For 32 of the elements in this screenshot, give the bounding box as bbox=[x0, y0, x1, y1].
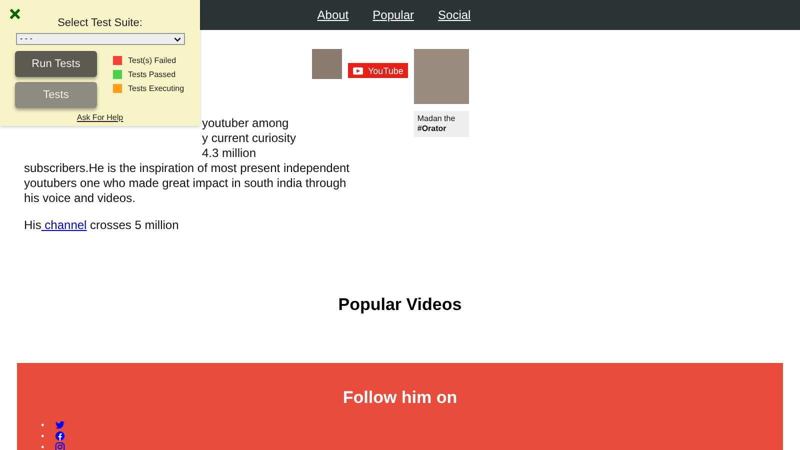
suite-select[interactable]: - - - bbox=[16, 33, 185, 45]
channel-text: crosses 5 million bbox=[89, 218, 179, 232]
paragraph-line: youtubers one who made great impact in south india through bbox=[24, 176, 346, 190]
test-button[interactable]: Run Tests bbox=[15, 51, 97, 77]
list-bullet: • bbox=[41, 420, 46, 431]
channel-text: His bbox=[24, 218, 42, 232]
play-icon bbox=[353, 66, 363, 74]
channel-link[interactable]: channel bbox=[41, 218, 87, 232]
legend-label: Tests Passed bbox=[128, 70, 176, 79]
facebook-icon[interactable] bbox=[55, 431, 65, 442]
nav-link[interactable]: About bbox=[317, 8, 349, 22]
photo-caption: Madan the #Orator bbox=[414, 111, 470, 137]
paragraph-line: 4.3 million bbox=[202, 146, 256, 160]
close-icon[interactable] bbox=[9, 8, 21, 20]
caret-icon bbox=[174, 36, 181, 42]
nav-link[interactable]: Social bbox=[438, 8, 471, 22]
youtube-button[interactable]: YouTube bbox=[348, 63, 408, 78]
list-bullet: • bbox=[41, 431, 46, 442]
paragraph-line: his voice and videos. bbox=[24, 191, 136, 205]
photo-placeholder bbox=[312, 49, 342, 79]
paragraph-line: y current curiosity bbox=[202, 131, 296, 145]
legend-label: Tests Executing bbox=[128, 84, 184, 93]
panel-title: Select Test Suite: bbox=[56, 17, 144, 29]
list-bullet: • bbox=[41, 442, 46, 450]
legend-label: Test(s) Failed bbox=[128, 56, 176, 65]
section-heading: Popular Videos bbox=[337, 295, 463, 315]
footer-heading: Follow him on bbox=[342, 388, 458, 408]
help-link[interactable]: Ask For Help bbox=[76, 113, 124, 122]
photo-placeholder bbox=[414, 49, 470, 104]
paragraph-line: subscribers.He is the inspiration of most present independent bbox=[24, 161, 350, 175]
nav-link[interactable]: Popular bbox=[372, 8, 414, 22]
paragraph-line: youtuber among bbox=[202, 116, 289, 130]
